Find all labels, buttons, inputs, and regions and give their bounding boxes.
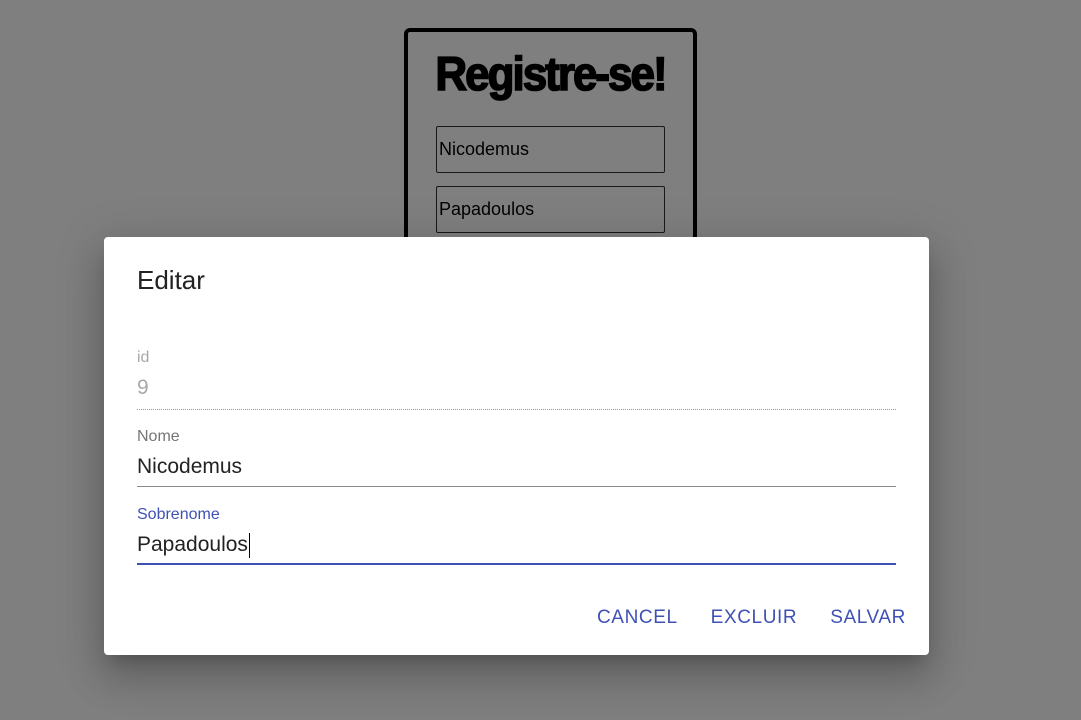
edit-dialog: Editar id 9 Nome Nicodemus Sobrenome Pap… — [104, 237, 929, 655]
sobrenome-field-underline — [137, 563, 896, 565]
nome-input[interactable]: Nicodemus — [137, 452, 896, 482]
salvar-button[interactable]: SALVAR — [821, 603, 915, 633]
id-field-label: id — [137, 349, 150, 366]
nome-field-label: Nome — [137, 428, 180, 445]
cancel-button[interactable]: CANCEL — [588, 603, 687, 633]
sobrenome-input[interactable]: Papadoulos — [137, 533, 248, 556]
nome-field-underline — [137, 486, 896, 487]
text-caret — [248, 532, 250, 558]
dialog-actions: CANCEL EXCLUIR SALVAR — [573, 603, 915, 633]
id-field-value: 9 — [137, 376, 149, 399]
sobrenome-input-wrap[interactable]: Papadoulos — [137, 530, 896, 560]
sobrenome-field-label: Sobrenome — [137, 506, 220, 523]
id-field-underline — [137, 409, 896, 410]
dialog-title: Editar — [137, 265, 205, 295]
excluir-button[interactable]: EXCLUIR — [702, 603, 807, 633]
